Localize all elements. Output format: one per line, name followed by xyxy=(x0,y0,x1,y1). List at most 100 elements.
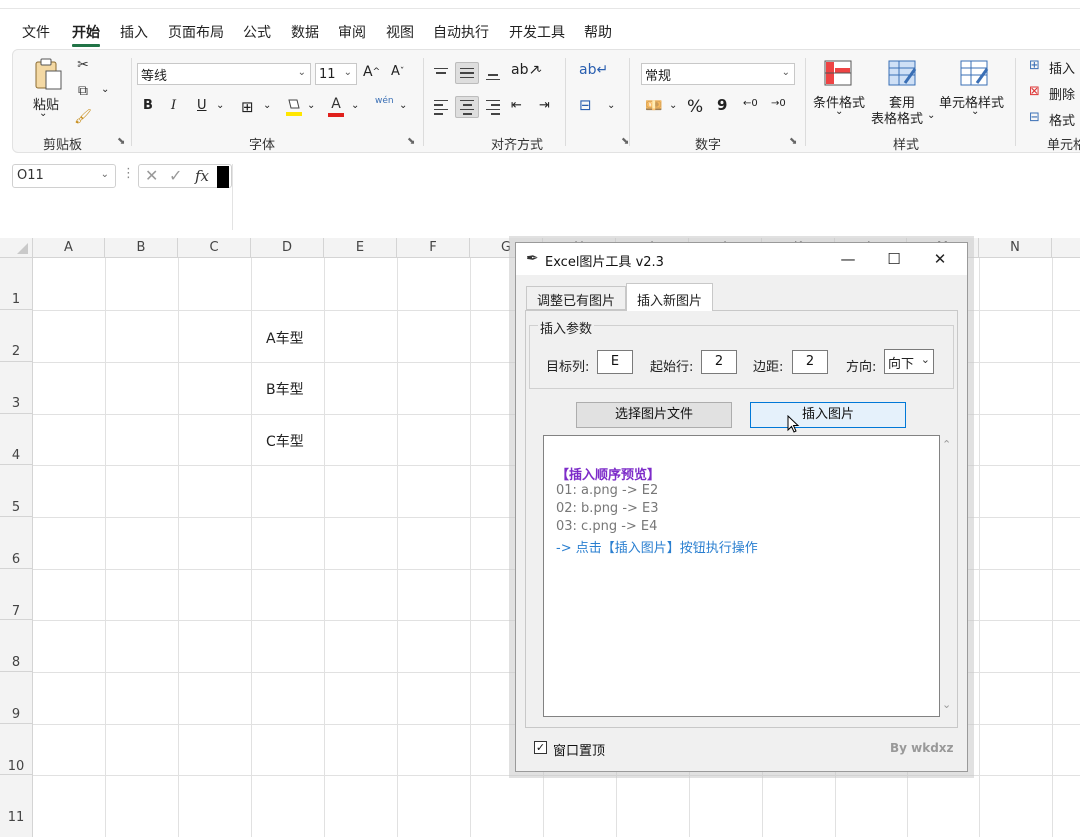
column-header-n[interactable]: N xyxy=(979,238,1052,258)
row-header-6[interactable]: 6 xyxy=(0,517,33,569)
copy-icon[interactable]: ⧉ xyxy=(73,82,93,100)
margin-input[interactable]: 2 xyxy=(792,350,828,374)
dialog-title-bar[interactable]: ✒ Excel图片工具 v2.3 — ☐ ✕ xyxy=(516,243,967,275)
merge-dropdown-icon[interactable]: ⌄ xyxy=(607,100,615,111)
cell-d3[interactable]: B车型 xyxy=(266,379,304,399)
tab-adjust-images[interactable]: 调整已有图片 xyxy=(526,286,627,310)
column-header-f[interactable]: F xyxy=(397,238,470,258)
cell-d4[interactable]: C车型 xyxy=(266,431,304,451)
format-as-table-icon[interactable] xyxy=(885,58,919,88)
more-options-icon[interactable]: ⋮ xyxy=(122,166,135,181)
row-header-9[interactable]: 9 xyxy=(0,672,33,724)
tab-formulas[interactable]: 公式 xyxy=(243,22,271,42)
cell-styles-icon[interactable] xyxy=(957,58,991,88)
column-header-a[interactable]: A xyxy=(33,238,105,258)
row-header-3[interactable]: 3 xyxy=(0,362,33,414)
conditional-format-icon[interactable] xyxy=(821,58,855,88)
row-header-7[interactable]: 7 xyxy=(0,569,33,620)
phonetic-dropdown-icon[interactable]: ⌄ xyxy=(399,100,407,111)
increase-indent-icon[interactable]: ⇥ xyxy=(539,98,550,113)
scroll-up-icon[interactable]: ⌃ xyxy=(942,438,951,451)
underline-button[interactable]: U xyxy=(197,98,207,113)
font-name-select[interactable]: 等线 ⌄ xyxy=(137,63,311,85)
tab-file[interactable]: 文件 xyxy=(22,22,50,42)
align-bottom-icon[interactable] xyxy=(483,62,503,84)
format-cells-icon[interactable]: ⊟ xyxy=(1029,110,1040,125)
borders-icon[interactable]: ⊞ xyxy=(241,98,254,116)
row-header-11[interactable]: 11 xyxy=(0,775,33,837)
column-header-c[interactable]: C xyxy=(178,238,251,258)
insert-function-button[interactable]: fx xyxy=(195,167,209,185)
row-header-4[interactable]: 4 xyxy=(0,414,33,465)
row-header-1[interactable]: 1 xyxy=(0,258,33,310)
accounting-dropdown-icon[interactable]: ⌄ xyxy=(669,100,677,111)
align-center-icon[interactable] xyxy=(455,96,479,118)
bold-button[interactable]: B xyxy=(143,98,153,113)
cut-icon[interactable]: ✂ xyxy=(75,56,91,74)
grow-font-icon[interactable]: A ^ xyxy=(363,64,380,80)
insert-order-preview[interactable]: 【插入顺序预览】 01: a.png -> E2 02: b.png -> E3… xyxy=(543,435,951,717)
tab-insert[interactable]: 插入 xyxy=(120,22,148,42)
close-button[interactable]: ✕ xyxy=(917,243,963,275)
format-as-table-dropdown-icon[interactable]: ⌄ xyxy=(927,110,935,121)
insert-cells-icon[interactable]: ⊞ xyxy=(1029,58,1040,73)
clipboard-launcher-icon[interactable]: ⬊ xyxy=(117,136,125,147)
maximize-button[interactable]: ☐ xyxy=(871,243,917,275)
font-color-dropdown-icon[interactable]: ⌄ xyxy=(351,100,359,111)
formula-input[interactable] xyxy=(232,164,1080,230)
format-as-table-label-2[interactable]: 表格格式 xyxy=(871,108,923,127)
row-header-8[interactable]: 8 xyxy=(0,620,33,672)
cell-d2[interactable]: A车型 xyxy=(266,328,304,348)
fill-color-dropdown-icon[interactable]: ⌄ xyxy=(307,100,315,111)
paste-dropdown-icon[interactable]: ⌄ xyxy=(39,108,47,119)
merge-center-icon[interactable]: ⊟ xyxy=(579,96,592,114)
number-launcher-icon[interactable]: ⬊ xyxy=(789,136,797,147)
accounting-format-icon[interactable]: 💴 xyxy=(645,98,662,114)
target-col-input[interactable]: E xyxy=(597,350,633,374)
column-header-e[interactable]: E xyxy=(324,238,397,258)
insert-cells-button[interactable]: 插入 xyxy=(1049,58,1075,77)
borders-dropdown-icon[interactable]: ⌄ xyxy=(263,100,271,111)
conditional-format-dropdown-icon[interactable]: ⌄ xyxy=(835,106,843,117)
column-header-d[interactable]: D xyxy=(251,238,324,258)
row-header-2[interactable]: 2 xyxy=(0,310,33,362)
increase-decimal-button[interactable]: ←0 xyxy=(743,98,758,109)
phonetic-guide-icon[interactable]: wén xyxy=(375,96,394,106)
delete-cells-button[interactable]: 删除 xyxy=(1049,84,1075,103)
fill-color-icon[interactable] xyxy=(285,96,303,118)
tab-developer[interactable]: 开发工具 xyxy=(509,22,565,42)
align-left-icon[interactable] xyxy=(431,96,451,118)
font-size-select[interactable]: 11 ⌄ xyxy=(315,63,357,85)
column-header-o[interactable] xyxy=(1052,238,1080,258)
tab-home[interactable]: 开始 xyxy=(72,22,100,47)
number-format-select[interactable]: 常规 ⌄ xyxy=(641,63,795,85)
font-launcher-icon[interactable]: ⬊ xyxy=(407,136,415,147)
shrink-font-icon[interactable]: Aˇ xyxy=(391,64,404,79)
cancel-icon[interactable]: ✕ xyxy=(145,166,158,185)
select-all-corner[interactable] xyxy=(0,238,33,258)
format-painter-icon[interactable]: 🖌 xyxy=(73,108,93,126)
tab-help[interactable]: 帮助 xyxy=(584,22,612,42)
name-box[interactable]: O11 ⌄ xyxy=(12,164,116,188)
enter-icon[interactable]: ✓ xyxy=(169,166,182,185)
format-cells-button[interactable]: 格式 xyxy=(1049,110,1075,129)
minimize-button[interactable]: — xyxy=(825,243,871,275)
tab-insert-images[interactable]: 插入新图片 xyxy=(626,283,714,311)
tab-automate[interactable]: 自动执行 xyxy=(433,22,489,42)
italic-button[interactable]: I xyxy=(171,98,176,113)
font-color-button[interactable]: A xyxy=(327,96,345,118)
align-right-icon[interactable] xyxy=(483,96,503,118)
tab-page-layout[interactable]: 页面布局 xyxy=(168,22,224,42)
scroll-down-icon[interactable]: ⌄ xyxy=(942,698,951,711)
tab-review[interactable]: 审阅 xyxy=(338,22,366,42)
decrease-indent-icon[interactable]: ⇤ xyxy=(511,98,522,113)
tab-data[interactable]: 数据 xyxy=(291,22,319,42)
underline-dropdown-icon[interactable]: ⌄ xyxy=(216,100,224,111)
orientation-dropdown-icon[interactable]: ⌄ xyxy=(535,64,543,75)
delete-cells-icon[interactable]: ⊠ xyxy=(1029,84,1040,99)
cell-styles-dropdown-icon[interactable]: ⌄ xyxy=(971,106,979,117)
select-file-button[interactable]: 选择图片文件 xyxy=(576,402,732,428)
decrease-decimal-button[interactable]: →0 xyxy=(771,98,786,109)
insert-image-button[interactable]: 插入图片 xyxy=(750,402,906,428)
comma-style-button[interactable]: 9 xyxy=(717,96,727,114)
